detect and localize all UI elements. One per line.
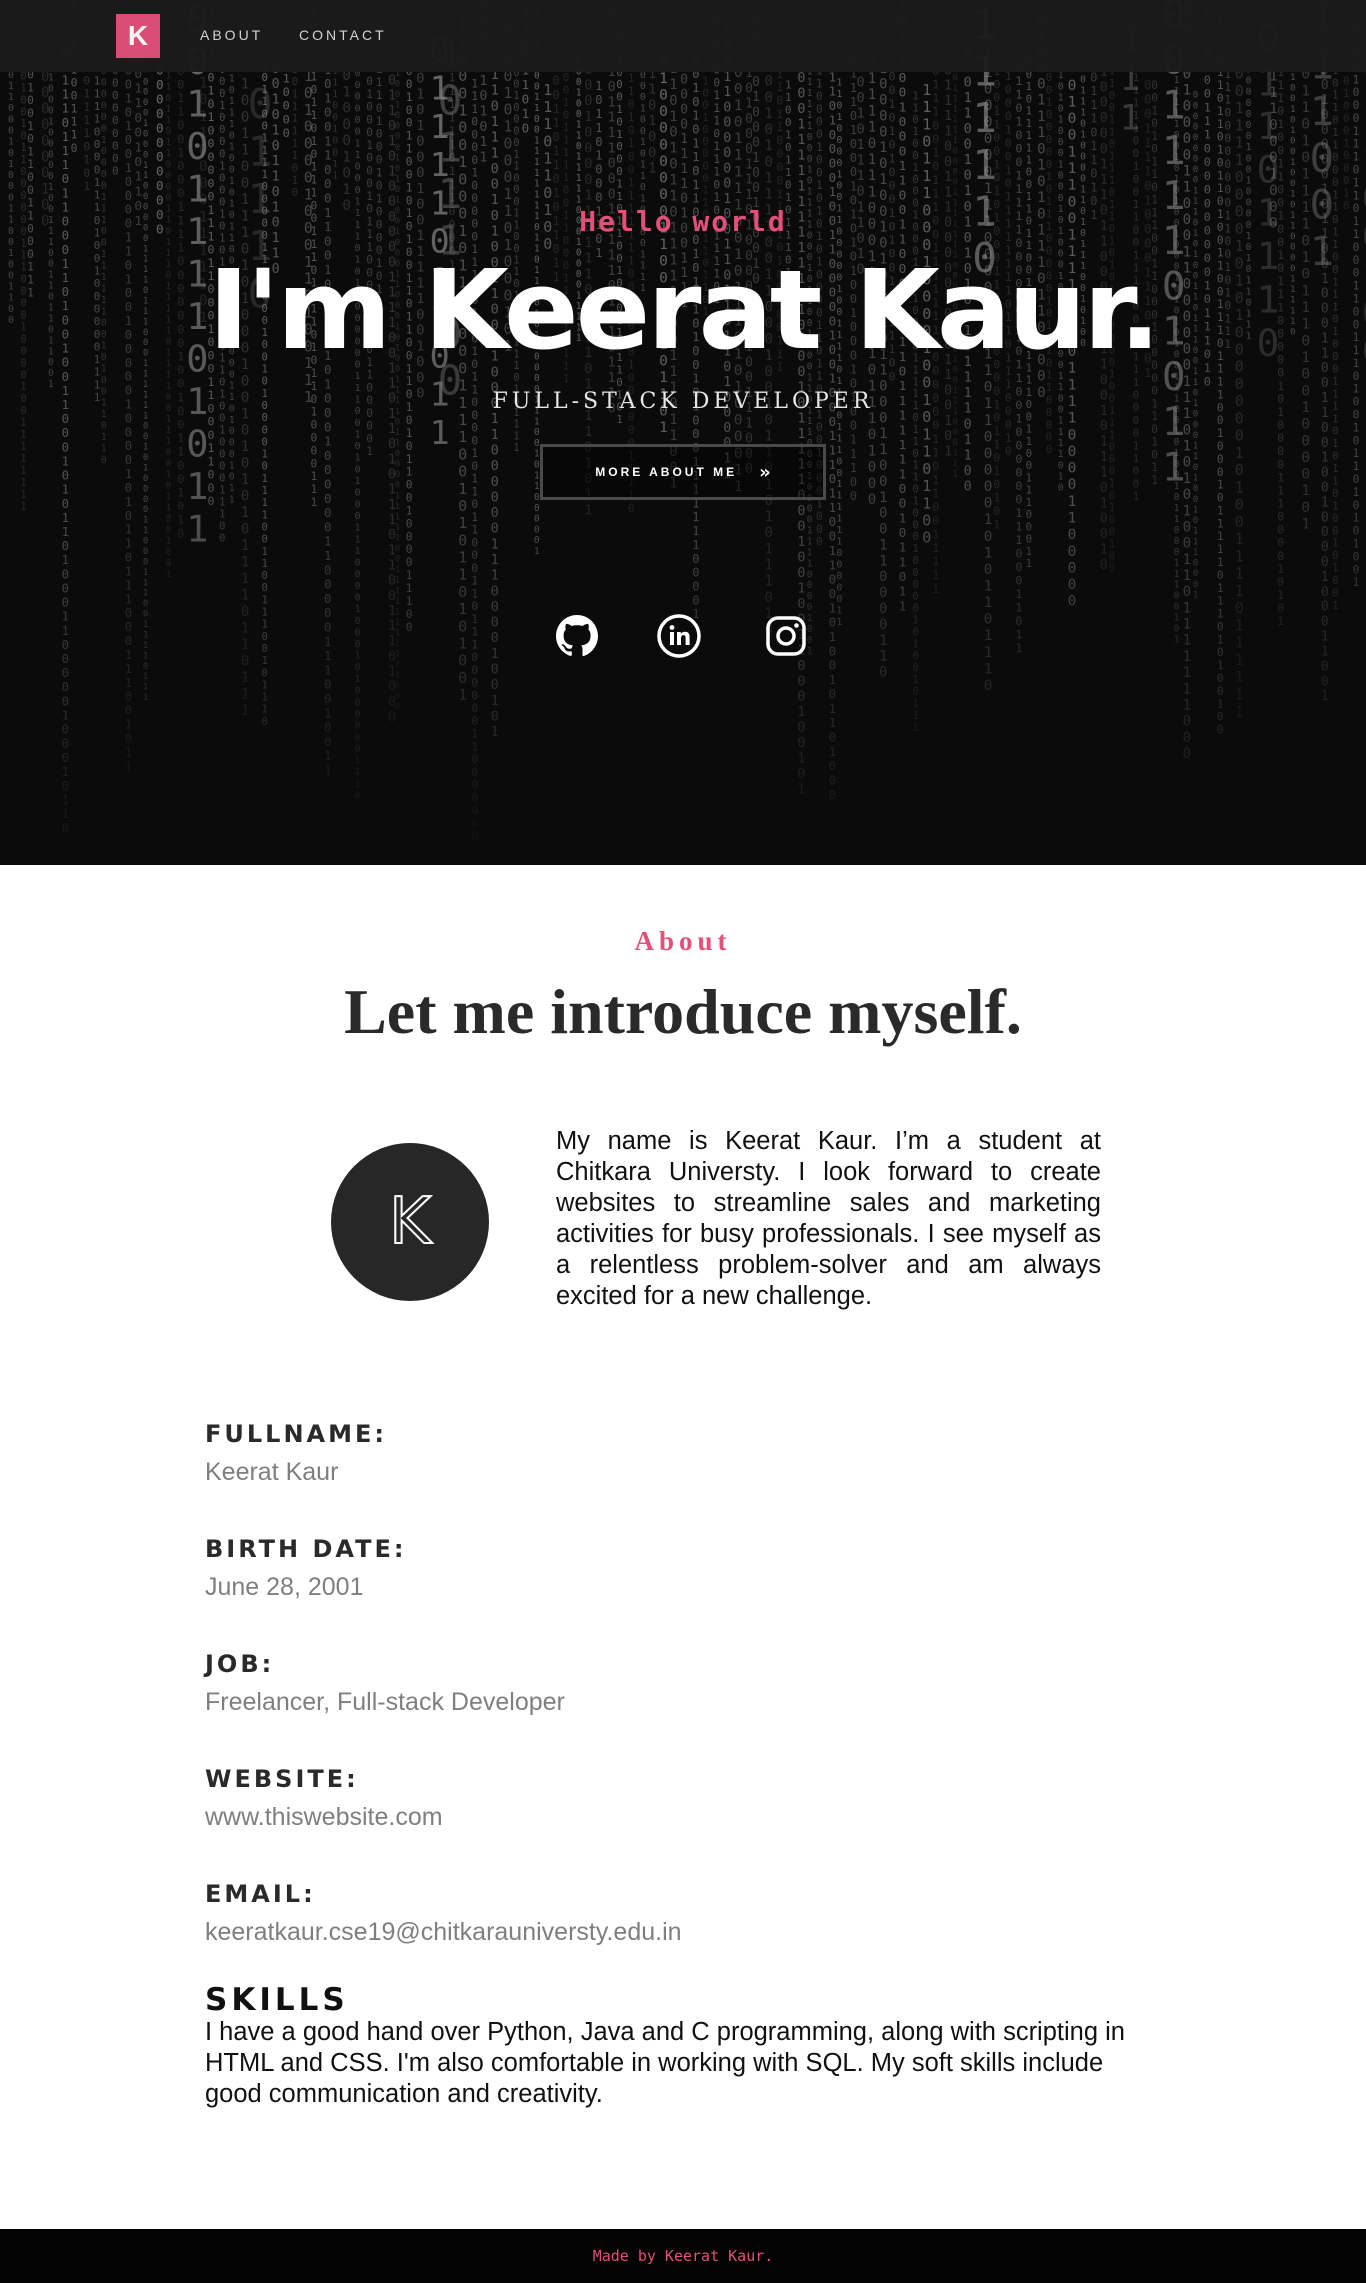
about-kicker: About bbox=[634, 926, 732, 956]
matrix-code-background: 0110011000101000110010011001000101001011… bbox=[0, 0, 1366, 865]
info-value-website: www.thiswebsite.com bbox=[205, 1803, 443, 1831]
hero-role: FULL-STACK DEVELOPER bbox=[492, 389, 874, 414]
avatar: K bbox=[331, 1143, 489, 1301]
more-about-me-button[interactable]: MORE ABOUT ME » bbox=[540, 444, 826, 500]
matrix-code-image: 0110011000101000110010011001000101001011… bbox=[0, 0, 1366, 865]
info-label-birth-date: BIRTH DATE: bbox=[205, 1535, 407, 1563]
logo-letter: K bbox=[127, 20, 149, 51]
linkedin-link[interactable] bbox=[655, 612, 703, 660]
info-label-fullname: FULLNAME: bbox=[205, 1420, 388, 1448]
info-value-email: keeratkaur.cse19@chitkarauniversty.edu.i… bbox=[205, 1918, 682, 1946]
github-icon bbox=[556, 615, 598, 657]
nav-link-contact[interactable]: CONTACT bbox=[299, 27, 387, 43]
double-chevron-right-icon: » bbox=[759, 461, 771, 483]
info-value-birth-date: June 28, 2001 bbox=[205, 1573, 364, 1601]
logo[interactable]: K bbox=[116, 14, 160, 58]
github-link[interactable] bbox=[553, 612, 601, 660]
nav-link-about[interactable]: ABOUT bbox=[200, 27, 263, 43]
hero-greeting: Hello world bbox=[579, 205, 787, 238]
instagram-link[interactable] bbox=[762, 612, 810, 660]
info-value-job: Freelancer, Full-stack Developer bbox=[205, 1688, 565, 1716]
info-value-fullname: Keerat Kaur bbox=[205, 1458, 339, 1486]
footer: Made by Keerat Kaur. bbox=[0, 2229, 1366, 2283]
instagram-icon bbox=[766, 616, 806, 656]
linkedin-icon bbox=[657, 614, 701, 658]
hero-section: 0110011000101000110010011001000101001011… bbox=[0, 0, 1366, 865]
info-label-website: WEBSITE: bbox=[205, 1765, 359, 1793]
info-label-email: EMAIL: bbox=[205, 1880, 316, 1908]
skills-paragraph: I have a good hand over Python, Java and… bbox=[205, 2018, 1125, 2108]
footer-credit: Made by Keerat Kaur. bbox=[592, 2247, 774, 2265]
info-label-job: JOB: bbox=[205, 1650, 275, 1678]
intro-paragraph: My name is Keerat Kaur. I’m a student at… bbox=[556, 1127, 1101, 1310]
about-title: Let me introduce myself. bbox=[344, 976, 1022, 1047]
skills-heading: SKILLS bbox=[205, 1982, 349, 2018]
avatar-letter: K bbox=[388, 1185, 432, 1259]
hero-name-heading: I'm Keerat Kaur. bbox=[208, 246, 1161, 374]
top-navigation: K ABOUT CONTACT bbox=[0, 0, 1366, 72]
more-about-me-label: MORE ABOUT ME bbox=[595, 465, 738, 479]
